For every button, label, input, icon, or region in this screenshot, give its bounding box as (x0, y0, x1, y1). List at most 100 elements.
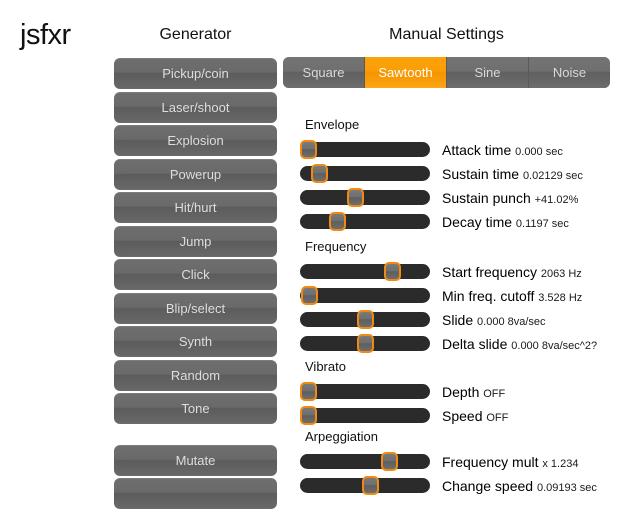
slider-handle-sustain-punch[interactable] (346, 188, 364, 207)
param-label-text-sustain-time: Sustain time (442, 166, 520, 182)
param-label-slide: Slide 0.000 8va/sec (442, 308, 546, 334)
param-label-attack-time: Attack time 0.000 sec (442, 138, 563, 164)
param-label-frequency-mult: Frequency mult x 1.234 (442, 450, 578, 476)
param-row-sustain-punch: Sustain punch +41.02% (283, 186, 630, 210)
wave-type-tab-bar: Square Sawtooth Sine Noise (283, 57, 610, 88)
param-group-title-frequency: Frequency (305, 239, 367, 254)
slider-handle-speed[interactable] (300, 406, 317, 425)
slider-handle-slide[interactable] (357, 310, 374, 329)
slider-handle-sustain-time[interactable] (311, 164, 329, 183)
wave-tab-sawtooth[interactable]: Sawtooth (365, 57, 447, 88)
param-value-min-freq-cutoff: 3.528 Hz (538, 292, 583, 304)
param-label-text-speed: Speed (442, 408, 483, 424)
param-group-envelope: Envelope Attack time 0.000 sec Sustain tim… (283, 117, 630, 234)
param-row-attack-time: Attack time 0.000 sec (283, 138, 630, 162)
param-label-text-change-speed: Change speed (442, 478, 534, 494)
wave-tab-sine[interactable]: Sine (447, 57, 529, 88)
param-row-decay-time: Decay time 0.1197 sec (283, 210, 630, 234)
param-label-delta-slide: Delta slide 0.000 8va/sec^2? (442, 332, 597, 358)
generator-button-pickup-coin[interactable]: Pickup/coin (114, 58, 277, 89)
slider-delta-slide[interactable] (300, 334, 430, 353)
wave-tab-square[interactable]: Square (283, 57, 365, 88)
slider-handle-attack-time[interactable] (300, 140, 317, 159)
param-row-frequency-mult: Frequency mult x 1.234 (283, 450, 630, 474)
param-value-speed: OFF (486, 412, 509, 424)
param-row-speed: Speed OFF (283, 404, 630, 428)
param-row-min-freq-cutoff: Min freq. cutoff 3.528 Hz (283, 284, 630, 308)
param-label-sustain-time: Sustain time 0.02129 sec (442, 162, 583, 188)
param-group-vibrato: Vibrato Depth OFF Speed OFF (283, 359, 630, 428)
slider-depth[interactable] (300, 382, 430, 401)
generator-button-hit-hurt[interactable]: Hit/hurt (114, 192, 277, 223)
slider-start-frequency[interactable] (300, 262, 430, 281)
slider-sustain-time[interactable] (300, 164, 430, 183)
param-value-delta-slide: 0.000 8va/sec^2? (511, 340, 598, 352)
slider-min-freq-cutoff[interactable] (300, 286, 430, 305)
generator-button-powerup[interactable]: Powerup (114, 158, 277, 190)
param-value-attack-time: 0.000 sec (515, 146, 563, 158)
slider-handle-frequency-mult[interactable] (380, 452, 398, 471)
param-group-frequency: Frequency Start frequency 2063 Hz Min freq… (283, 239, 630, 356)
generator-column-heading: Generator (159, 26, 232, 43)
slider-decay-time[interactable] (300, 212, 430, 231)
param-label-text-attack-time: Attack time (442, 142, 512, 158)
param-value-depth: OFF (483, 388, 506, 400)
generator-list-divider (114, 427, 277, 445)
param-label-text-sustain-punch: Sustain punch (442, 190, 531, 206)
slider-handle-decay-time[interactable] (328, 212, 346, 231)
param-row-start-frequency: Start frequency 2063 Hz (283, 260, 630, 284)
param-label-text-frequency-mult: Frequency mult (442, 454, 539, 470)
param-row-sustain-time: Sustain time 0.02129 sec (283, 162, 630, 186)
generator-button-tone[interactable]: Tone (114, 393, 277, 424)
param-group-arpeggiation: Arpeggiation Frequency mult x 1.234 Change… (283, 429, 630, 498)
param-label-start-frequency: Start frequency 2063 Hz (442, 260, 582, 286)
slider-sustain-punch[interactable] (300, 188, 430, 207)
generator-button-explosion[interactable]: Explosion (114, 125, 277, 156)
param-group-title-envelope: Envelope (305, 117, 360, 132)
generator-action-secondary-action[interactable] (114, 478, 277, 509)
manual-settings-panel: Square Sawtooth Sine Noise Envelope Attack t… (283, 57, 630, 495)
slider-attack-time[interactable] (300, 140, 430, 159)
slider-frequency-mult[interactable] (300, 452, 430, 471)
param-row-change-speed: Change speed 0.09193 sec (283, 474, 630, 498)
param-label-text-delta-slide: Delta slide (442, 336, 508, 352)
param-value-frequency-mult: x 1.234 (542, 458, 579, 470)
generator-action-mutate[interactable]: Mutate (114, 444, 277, 476)
param-label-speed: Speed OFF (442, 404, 508, 430)
param-value-slide: 0.000 8va/sec (477, 316, 546, 328)
param-label-text-decay-time: Decay time (442, 214, 513, 230)
generator-button-list: Pickup/coin Laser/shoot Explosion Powerup Hi… (114, 58, 277, 512)
generator-button-blip-select[interactable]: Blip/select (114, 292, 277, 324)
wave-tab-noise[interactable]: Noise (529, 57, 610, 88)
slider-slide[interactable] (300, 310, 430, 329)
param-value-decay-time: 0.1197 sec (515, 218, 569, 230)
param-label-text-slide: Slide (442, 312, 474, 328)
slider-change-speed[interactable] (300, 476, 430, 495)
generator-button-random[interactable]: Random (114, 359, 277, 391)
slider-handle-change-speed[interactable] (361, 476, 379, 495)
slider-handle-min-freq-cutoff[interactable] (301, 286, 319, 305)
param-label-min-freq-cutoff: Min freq. cutoff 3.528 Hz (442, 284, 582, 310)
generator-button-click[interactable]: Click (114, 259, 277, 290)
param-label-text-min-freq-cutoff: Min freq. cutoff (442, 288, 535, 304)
param-group-title-vibrato: Vibrato (305, 359, 346, 374)
param-label-depth: Depth OFF (442, 380, 505, 406)
slider-handle-depth[interactable] (300, 382, 317, 401)
param-group-title-arpeggiation: Arpeggiation (305, 429, 378, 444)
generator-button-synth[interactable]: Synth (114, 326, 277, 357)
param-row-slide: Slide 0.000 8va/sec (283, 308, 630, 332)
param-label-text-depth: Depth (442, 384, 480, 400)
app-title: jsfxr (20, 19, 71, 51)
param-label-sustain-punch: Sustain punch +41.02% (442, 186, 578, 212)
param-label-text-start-frequency: Start frequency (442, 264, 537, 280)
manual-settings-heading: Manual Settings (389, 26, 504, 43)
generator-button-jump[interactable]: Jump (114, 225, 277, 257)
param-value-sustain-punch: +41.02% (534, 194, 579, 206)
param-value-sustain-time: 0.02129 sec (522, 170, 583, 182)
param-row-delta-slide: Delta slide 0.000 8va/sec^2? (283, 332, 630, 356)
slider-handle-start-frequency[interactable] (384, 262, 402, 281)
param-value-start-frequency: 2063 Hz (540, 268, 582, 280)
generator-button-laser-shoot[interactable]: Laser/shoot (114, 91, 277, 123)
slider-speed[interactable] (300, 406, 430, 425)
slider-handle-delta-slide[interactable] (357, 334, 374, 353)
